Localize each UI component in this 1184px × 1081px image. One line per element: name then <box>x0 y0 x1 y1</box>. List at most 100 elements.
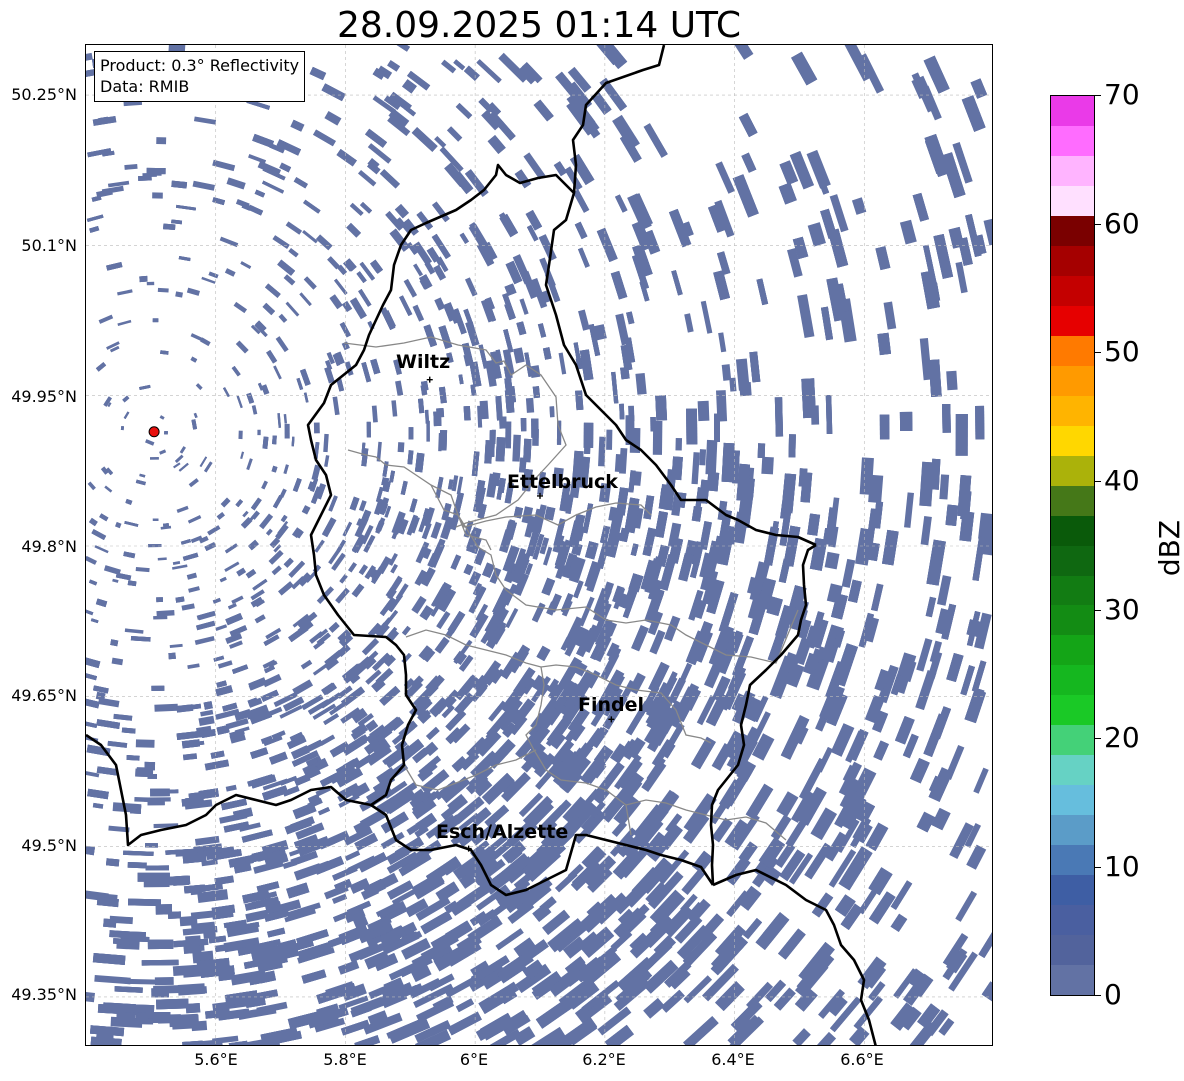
echo-cell <box>172 561 181 565</box>
echo-cell <box>92 802 104 809</box>
echo-cell <box>584 541 599 560</box>
echo-cell <box>157 287 169 293</box>
echo-cell <box>436 611 451 630</box>
echo-cell <box>104 485 113 493</box>
echo-cell <box>487 135 506 155</box>
echo-cell <box>697 400 710 422</box>
echo-cell <box>248 153 267 164</box>
echo-cell <box>411 127 438 152</box>
echo-cell <box>278 313 288 323</box>
echo-cell <box>883 301 897 330</box>
echo-cell <box>341 300 353 313</box>
colorbar-segment <box>1051 335 1094 366</box>
echo-cell <box>269 751 288 765</box>
colorbar-segment <box>1051 965 1094 996</box>
echo-cell <box>116 1012 136 1022</box>
echo-cell <box>183 884 206 894</box>
echo-cell <box>536 645 551 662</box>
reflectivity-echoes <box>86 45 992 1045</box>
echo-cell <box>212 197 226 206</box>
echo-cell <box>199 456 208 467</box>
echo-cell <box>266 528 273 536</box>
echo-cell <box>945 504 959 526</box>
echo-cell <box>163 523 170 529</box>
echo-cell <box>127 580 137 587</box>
echo-cell <box>942 404 951 433</box>
echo-cell <box>236 567 246 577</box>
echo-cell <box>238 430 243 440</box>
echo-cell <box>141 959 179 966</box>
echo-cell <box>660 989 685 1013</box>
echo-cell <box>107 180 130 188</box>
echo-cell <box>179 446 186 454</box>
colorbar-segment <box>1051 935 1094 966</box>
echo-cell <box>890 880 913 910</box>
colorbar-segment <box>1051 725 1094 756</box>
echo-cell <box>391 400 398 417</box>
echo-cell <box>240 261 252 269</box>
echo-cell <box>807 513 821 536</box>
echo-cell <box>620 366 630 380</box>
echo-cell <box>690 563 699 579</box>
echo-cell <box>584 437 591 454</box>
echo-cell <box>471 451 480 477</box>
echo-cell <box>975 405 985 440</box>
echo-cell <box>303 199 321 214</box>
echo-cell <box>927 651 943 680</box>
echo-cell <box>213 655 225 662</box>
echo-cell <box>873 740 889 761</box>
echo-cell <box>706 472 720 492</box>
echo-cell <box>721 442 735 483</box>
echo-cell <box>877 332 892 356</box>
echo-cell <box>745 783 774 820</box>
echo-cell <box>103 396 112 407</box>
echo-cell <box>315 234 333 251</box>
echo-cell <box>757 443 766 459</box>
echo-cell <box>159 449 167 455</box>
echo-cell <box>615 194 628 213</box>
echo-cell <box>156 597 163 603</box>
echo-cell <box>212 597 221 604</box>
echo-cell <box>208 271 219 279</box>
colorbar-tick-label: 0 <box>1104 978 1122 1011</box>
echo-cell <box>283 274 296 286</box>
echo-cell <box>195 620 216 631</box>
echo-cell <box>115 572 132 581</box>
echo-cell <box>611 371 619 404</box>
echo-cell <box>182 1040 204 1045</box>
echo-cell <box>348 562 357 573</box>
echo-cell <box>128 898 161 907</box>
echo-cell <box>882 529 899 566</box>
echo-cell <box>226 177 246 190</box>
echo-cell <box>219 576 227 583</box>
echo-cell <box>516 321 527 336</box>
echo-cell <box>848 1025 870 1045</box>
echo-cell <box>440 59 457 74</box>
echo-cell <box>182 753 198 761</box>
echo-cell <box>135 566 150 573</box>
echo-cell <box>418 398 425 414</box>
echo-cell <box>630 543 639 556</box>
product-label: Product: 0.3° Reflectivity <box>100 56 300 75</box>
echo-cell <box>252 133 275 148</box>
echo-cell <box>394 204 409 219</box>
echo-cell <box>150 788 170 797</box>
echo-cell <box>110 639 119 647</box>
echo-cell <box>664 615 681 642</box>
echo-cell <box>187 663 200 669</box>
echo-cell <box>200 337 211 347</box>
echo-cell <box>105 858 120 867</box>
echo-cell <box>356 271 367 284</box>
echo-cell <box>532 428 539 446</box>
echo-cell <box>275 336 289 353</box>
echo-cell <box>463 564 474 576</box>
echo-cell <box>614 453 624 473</box>
echo-cell <box>231 664 249 674</box>
echo-cell <box>491 429 496 444</box>
lat-label: 49.8°N <box>21 537 77 556</box>
echo-cell <box>916 811 936 833</box>
echo-cell <box>409 498 418 513</box>
echo-cell <box>379 685 401 706</box>
echo-cell <box>671 270 683 296</box>
echo-cell <box>215 624 228 631</box>
